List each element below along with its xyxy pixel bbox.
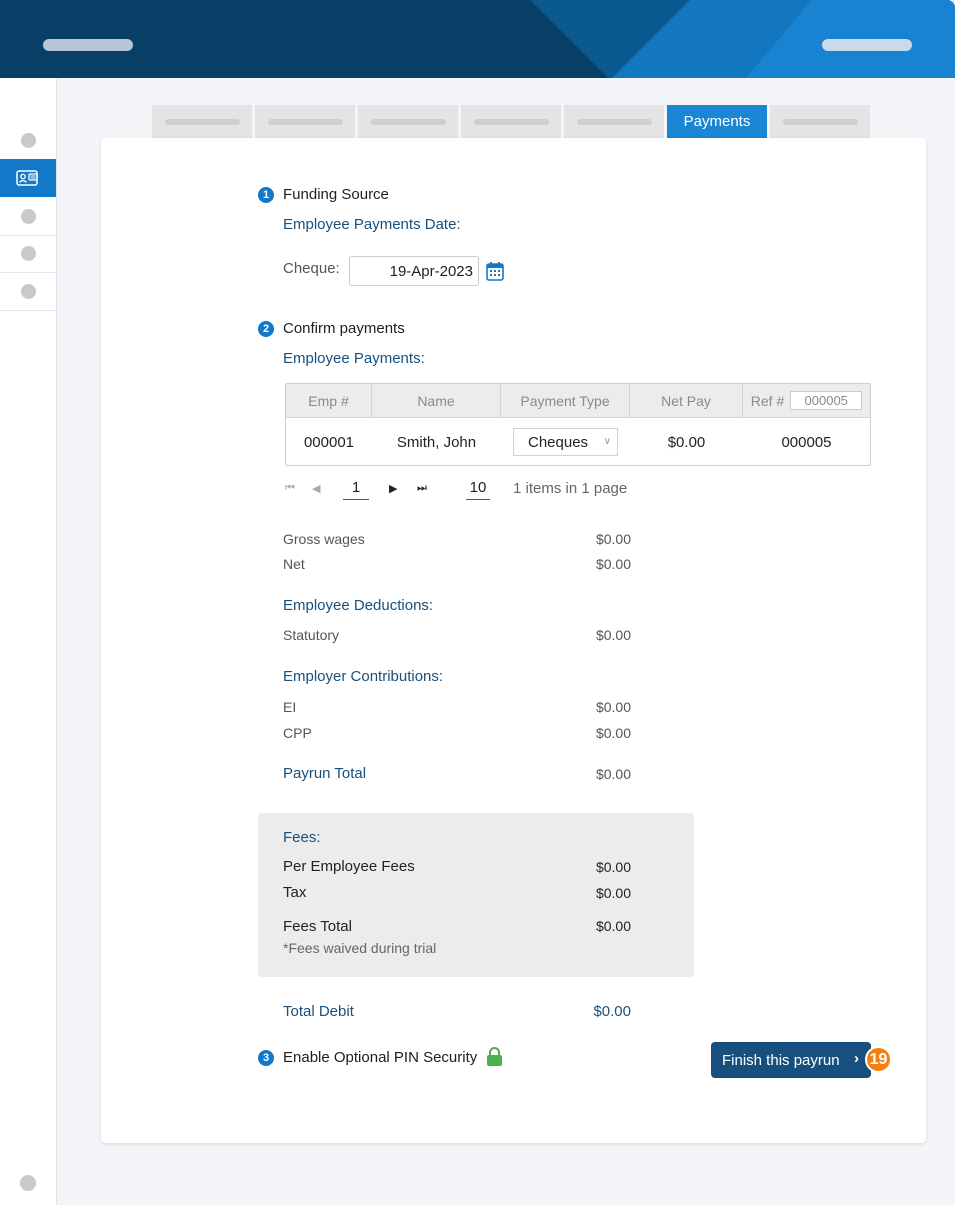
cheque-date-value: 19-Apr-2023 xyxy=(389,262,473,280)
gross-wages-value: $0.00 xyxy=(595,531,631,547)
tab-7[interactable] xyxy=(770,105,870,138)
step-1-title: Funding Source xyxy=(283,186,389,203)
sidebar xyxy=(0,78,57,1205)
cell-net-pay: $0.00 xyxy=(667,433,706,451)
fees-panel: Fees: Per Employee Fees $0.00 Tax $0.00 … xyxy=(258,813,694,977)
cheque-date-input[interactable]: 19-Apr-2023 xyxy=(349,256,479,286)
ei-label: EI xyxy=(283,699,297,715)
cell-emp: 000001 xyxy=(303,433,355,451)
sidebar-item-5[interactable] xyxy=(0,273,56,311)
step-count-badge: 19 xyxy=(865,1046,892,1073)
per-employee-fees-value: $0.00 xyxy=(595,859,631,875)
step-3-title[interactable]: Enable Optional PIN Security xyxy=(283,1049,477,1066)
table-header: Emp # Name Payment Type Net Pay Ref # 00… xyxy=(286,384,870,418)
ref-header-label: Ref # xyxy=(750,392,785,409)
column-header-name[interactable]: Name xyxy=(372,384,501,417)
cell-ref: 000005 xyxy=(781,433,832,451)
sidebar-dot-icon xyxy=(20,284,36,299)
wizard-tabs: Payments xyxy=(152,105,870,138)
statutory-label: Statutory xyxy=(283,627,340,643)
ei-value: $0.00 xyxy=(595,699,631,715)
tab-2[interactable] xyxy=(255,105,355,138)
id-card-icon xyxy=(16,170,38,186)
next-page-icon[interactable]: ▶ xyxy=(389,482,397,495)
step-3-badge: 3 xyxy=(258,1050,274,1066)
tab-label-placeholder xyxy=(782,118,858,125)
tab-label-placeholder xyxy=(576,118,652,125)
sidebar-bottom-dot-icon[interactable] xyxy=(20,1175,36,1191)
last-page-icon[interactable]: ⏭ xyxy=(417,482,427,495)
cpp-label: CPP xyxy=(283,725,312,741)
lock-icon[interactable] xyxy=(486,1047,503,1071)
sidebar-item-payroll[interactable] xyxy=(0,159,56,197)
employee-deductions-heading: Employee Deductions: xyxy=(283,597,434,614)
tab-label-placeholder xyxy=(473,118,549,125)
current-page-number[interactable]: 1 xyxy=(343,479,369,500)
fees-total-value: $0.00 xyxy=(595,918,631,934)
ref-number-input[interactable]: 000005 xyxy=(790,391,863,410)
statutory-value: $0.00 xyxy=(595,627,631,643)
table-row: 000001 Smith, John Cheques ∨ $0.00 00000… xyxy=(286,418,870,466)
pager-summary: 1 items in 1 page xyxy=(513,480,628,497)
tab-label-placeholder xyxy=(370,118,446,125)
column-header-payment-type[interactable]: Payment Type xyxy=(501,384,630,417)
tab-payments-label: Payments xyxy=(683,113,751,130)
sidebar-dot-icon xyxy=(20,133,36,148)
total-debit-value: $0.00 xyxy=(593,1003,631,1020)
total-debit-label: Total Debit xyxy=(283,1003,354,1020)
payrun-total-value: $0.00 xyxy=(595,766,631,782)
tab-4[interactable] xyxy=(461,105,561,138)
finish-payrun-button[interactable]: Finish this payrun › xyxy=(711,1042,871,1078)
sidebar-item-1[interactable] xyxy=(0,122,56,160)
cheque-label: Cheque: xyxy=(283,260,340,277)
sidebar-dot-icon xyxy=(20,209,36,224)
payments-card: 1 Funding Source Employee Payments Date:… xyxy=(101,138,926,1143)
fees-heading: Fees: xyxy=(283,829,321,846)
cell-name: Smith, John xyxy=(396,433,477,451)
calendar-icon[interactable] xyxy=(486,261,504,286)
cpp-value: $0.00 xyxy=(595,725,631,741)
employee-payments-heading: Employee Payments: xyxy=(283,350,425,367)
tab-payments[interactable]: Payments xyxy=(667,105,767,138)
previous-page-icon[interactable]: ◀ xyxy=(312,482,320,495)
first-page-icon[interactable]: ⏮ xyxy=(285,482,295,495)
chevron-right-icon: › xyxy=(854,1050,859,1067)
step-1-badge: 1 xyxy=(258,187,274,203)
tax-label: Tax xyxy=(283,884,307,901)
tab-1[interactable] xyxy=(152,105,252,138)
tab-label-placeholder xyxy=(164,118,240,125)
tab-5[interactable] xyxy=(564,105,664,138)
column-header-emp[interactable]: Emp # xyxy=(286,384,372,417)
gross-wages-label: Gross wages xyxy=(283,531,365,547)
app-header xyxy=(0,0,955,78)
finish-payrun-label: Finish this payrun xyxy=(722,1051,840,1069)
step-2-badge: 2 xyxy=(258,321,274,337)
tax-value: $0.00 xyxy=(595,885,631,901)
header-logo-placeholder[interactable] xyxy=(43,39,133,51)
cell-payment-type: Cheques ∨ xyxy=(501,418,630,466)
header-user-placeholder[interactable] xyxy=(822,39,912,51)
payrun-total-label: Payrun Total xyxy=(283,765,367,782)
employee-payments-table: Emp # Name Payment Type Net Pay Ref # 00… xyxy=(285,383,871,466)
payment-type-select[interactable]: Cheques ∨ xyxy=(513,428,618,456)
employer-contributions-heading: Employer Contributions: xyxy=(283,668,444,685)
step-2-title: Confirm payments xyxy=(283,320,405,337)
employee-payments-date-heading: Employee Payments Date: xyxy=(283,216,461,233)
tab-3[interactable] xyxy=(358,105,458,138)
net-label: Net xyxy=(283,556,305,572)
per-employee-fees-label: Per Employee Fees xyxy=(283,858,415,875)
sidebar-item-3[interactable] xyxy=(0,198,56,236)
fees-waived-note: *Fees waived during trial xyxy=(283,940,437,956)
sidebar-dot-icon xyxy=(20,246,36,261)
column-header-ref: Ref # 000005 xyxy=(743,384,870,417)
net-value: $0.00 xyxy=(595,556,631,572)
sidebar-item-4[interactable] xyxy=(0,235,56,273)
chevron-down-icon: ∨ xyxy=(603,436,611,447)
page-size-selector[interactable]: 10 xyxy=(466,479,490,500)
tab-label-placeholder xyxy=(267,118,343,125)
fees-total-label: Fees Total xyxy=(283,918,352,935)
column-header-net-pay[interactable]: Net Pay xyxy=(630,384,743,417)
payment-type-value: Cheques xyxy=(528,433,589,451)
